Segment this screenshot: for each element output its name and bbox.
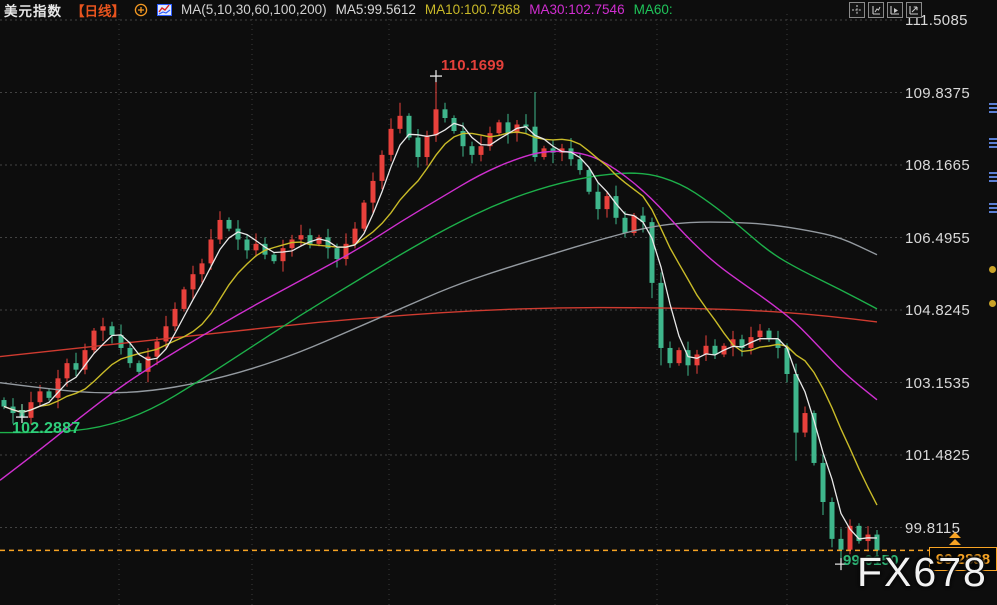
ma30-line — [0, 151, 877, 480]
kline-style-icon[interactable] — [157, 3, 172, 17]
price-up-arrow-icon — [949, 532, 961, 538]
ma-settings-label: MA(5,10,30,60,100,200) — [181, 2, 327, 17]
ma100-line — [0, 222, 877, 393]
ma30-value: MA30:102.7546 — [529, 2, 624, 17]
chart-panel-export-icon[interactable] — [906, 2, 922, 18]
period-selector[interactable]: 【日线】 — [71, 0, 125, 20]
chart-toolbar — [849, 2, 922, 18]
chart-panel-play-icon[interactable] — [887, 2, 903, 18]
fx678-watermark: FX678 — [857, 549, 988, 596]
price-up-arrow-icon — [949, 539, 961, 545]
grid — [0, 14, 902, 605]
ma5-line — [4, 123, 877, 539]
candles — [2, 78, 880, 562]
circle-plus-icon[interactable] — [134, 3, 148, 17]
low-price-label-left: 102.2887 — [12, 420, 80, 438]
ma60-line — [0, 173, 877, 432]
price-chart[interactable] — [0, 0, 997, 605]
chart-panel-left-icon[interactable] — [868, 2, 884, 18]
ma60-value: MA60: — [634, 2, 673, 17]
chart-header: 美元指数 【日线】 MA(5,10,30,60,100,200) MA5:99.… — [0, 0, 673, 19]
ma5-value: MA5:99.5612 — [336, 2, 416, 17]
high-price-label: 110.1699 — [441, 57, 504, 74]
ma10-value: MA10:100.7868 — [425, 2, 520, 17]
ma10-line — [4, 132, 877, 505]
crosshair-icon[interactable] — [849, 2, 865, 18]
trading-chart-screen: 美元指数 【日线】 MA(5,10,30,60,100,200) MA5:99.… — [0, 0, 997, 605]
symbol-name: 美元指数 — [4, 0, 62, 20]
